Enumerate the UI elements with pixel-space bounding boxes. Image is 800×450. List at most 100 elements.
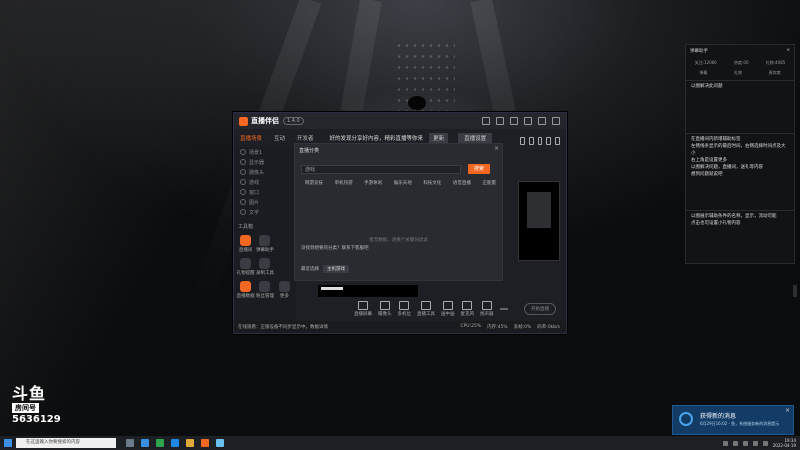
source-label: 游戏: [249, 179, 260, 186]
scene-sidebar: 场景1 显示器 摄像头 游戏 窗口 图片 文字 工具箱 直播间 弹幕助手 礼物提…: [234, 147, 296, 321]
settings-icon[interactable]: [510, 117, 518, 125]
tab-developer[interactable]: 开发者: [291, 134, 320, 142]
tools-icon: [421, 301, 431, 310]
layout-icon[interactable]: [520, 137, 525, 145]
tool-multi-camera[interactable]: 多机位: [398, 301, 411, 317]
chat-icon[interactable]: [555, 137, 560, 145]
volume-slider[interactable]: [499, 308, 508, 310]
tool-microphone[interactable]: 麦克风: [460, 301, 475, 317]
source-item[interactable]: 窗口: [234, 187, 296, 197]
eye-icon[interactable]: [240, 189, 246, 195]
portrait-icon[interactable]: [537, 137, 543, 145]
category-tab[interactable]: 单机热游: [335, 180, 353, 186]
close-icon[interactable]: ×: [494, 145, 499, 152]
tab-vip[interactable]: 贵宾席: [769, 70, 781, 76]
cpu-stat: CPU:25%: [460, 324, 482, 329]
taskbar-search-input[interactable]: 在这里输入你要搜索的内容: [16, 438, 116, 448]
side-tray-handle[interactable]: [793, 285, 797, 297]
windows-start-icon[interactable]: [4, 439, 12, 447]
category-tab[interactable]: 科技文化: [423, 180, 441, 186]
source-item[interactable]: 显示器: [234, 157, 296, 167]
tab-interact[interactable]: 互动: [268, 134, 291, 142]
tool-screen[interactable]: 直播屏幕: [354, 301, 372, 317]
tool-live-room[interactable]: 直播间: [236, 232, 255, 253]
notification-toast[interactable]: 获得新的消息 6月29日16:02 - 鱼，系统服务新的消息提示 ×: [672, 405, 794, 435]
tool-more[interactable]: 更多: [275, 278, 294, 299]
volume-icon[interactable]: [752, 440, 758, 446]
source-item[interactable]: 图片: [234, 197, 296, 207]
eye-icon[interactable]: [240, 209, 246, 215]
toolbar-label: 麦克风: [460, 312, 475, 317]
tool-camera[interactable]: 摄像头: [378, 301, 392, 317]
version-badge[interactable]: 1.4.0: [283, 117, 304, 125]
share-icon[interactable]: [546, 137, 552, 145]
mic-icon[interactable]: [482, 117, 490, 125]
stream-preview[interactable]: [518, 181, 560, 261]
contact-support-link[interactable]: 没找到想要的分类？联系下客服吧: [301, 245, 369, 251]
category-tab[interactable]: 网游竞技: [305, 180, 323, 186]
eye-icon[interactable]: [240, 149, 246, 155]
tool-gift-reminder[interactable]: 礼物提醒: [236, 255, 255, 276]
tools-grid: 直播间 弹幕助手 礼物提醒 录制工具 直播数据 粉丝管理 更多: [234, 232, 296, 299]
clock[interactable]: 19:34 2022-04-19: [773, 438, 796, 448]
system-tray: 19:34 2022-04-19: [722, 438, 796, 448]
tab-scene[interactable]: 直播场景: [234, 134, 268, 142]
ime-icon[interactable]: [762, 440, 768, 446]
notice-text: 好的发现分享好内容，精彩直播等你来: [329, 136, 424, 142]
network-icon[interactable]: [742, 440, 748, 446]
category-tab[interactable]: 娱乐天地: [394, 180, 412, 186]
tray-icon[interactable]: [722, 440, 728, 446]
source-item[interactable]: 游戏: [234, 177, 296, 187]
eye-icon[interactable]: [240, 199, 246, 205]
tool-chat-assistant[interactable]: 弹幕助手: [255, 232, 274, 253]
close-icon[interactable]: [552, 117, 560, 125]
grid-icon[interactable]: [528, 137, 534, 145]
tab-gifts[interactable]: 礼物: [734, 70, 742, 76]
chrome-icon[interactable]: [156, 439, 164, 447]
app-titlebar: 直播伴侣 1.4.0: [234, 113, 566, 129]
tool-live-data[interactable]: 直播数据: [236, 278, 255, 299]
tab-danmaku[interactable]: 弹幕: [699, 70, 707, 76]
eye-icon[interactable]: [240, 179, 246, 185]
update-button[interactable]: 更新: [429, 133, 449, 143]
category-tabs: 网游竞技 单机热游 手游休闲 娱乐天地 科技文化 语音直播 正能量: [305, 180, 496, 186]
toolbar-label: 直播工具: [417, 312, 435, 317]
scene-group-row[interactable]: 场景1: [234, 147, 296, 157]
source-item[interactable]: 文字: [234, 207, 296, 217]
note-block: 在直播间内新增辅助标签 左侧线条显示的最后时间，右侧选择时间点及大小 右上角是设…: [686, 134, 794, 211]
message-icon[interactable]: [496, 117, 504, 125]
file-explorer-icon[interactable]: [186, 439, 194, 447]
category-search-input[interactable]: 游戏: [301, 165, 461, 174]
maximize-icon[interactable]: [538, 117, 546, 125]
close-icon[interactable]: ×: [786, 48, 790, 54]
tool-pip[interactable]: 画中画: [441, 301, 455, 317]
toolbar-label: 扬声器: [480, 312, 494, 317]
category-tab[interactable]: 语音直播: [453, 180, 471, 186]
tool-live-tools[interactable]: 直播工具: [417, 301, 435, 317]
start-live-button[interactable]: 开始直播: [524, 303, 556, 315]
tool-recorder[interactable]: 录制工具: [255, 255, 274, 276]
note-block: 以图展示辅助条件的名称，显示，流动可能 点击也可设置小礼物内容: [691, 214, 777, 226]
right-icons: [520, 137, 560, 145]
category-tab[interactable]: 正能量: [482, 180, 496, 186]
close-icon[interactable]: ×: [785, 407, 790, 414]
live-settings-button[interactable]: 直播设置: [458, 133, 493, 143]
category-tab[interactable]: 手游休闲: [364, 180, 382, 186]
recent-category-button[interactable]: 主机游戏: [323, 265, 349, 273]
qq-icon[interactable]: [171, 439, 179, 447]
taskbar: 在这里输入你要搜索的内容 19:34 2022-04-19: [0, 436, 800, 450]
source-item[interactable]: 摄像头: [234, 167, 296, 177]
tool-speaker[interactable]: 扬声器: [480, 301, 494, 317]
tray-icon[interactable]: [732, 440, 738, 446]
chat-icon: [259, 235, 271, 246]
tool-fans[interactable]: 粉丝管理: [255, 278, 274, 299]
eye-icon[interactable]: [240, 159, 246, 165]
app-icon[interactable]: [216, 439, 224, 447]
edge-icon[interactable]: [141, 439, 149, 447]
minimize-icon[interactable]: [524, 117, 532, 125]
streaming-app-icon[interactable]: [201, 439, 209, 447]
search-button[interactable]: 搜索: [468, 164, 490, 174]
tool-label: 礼物提醒: [236, 271, 255, 276]
eye-icon[interactable]: [240, 169, 246, 175]
task-view-icon[interactable]: [126, 439, 134, 447]
